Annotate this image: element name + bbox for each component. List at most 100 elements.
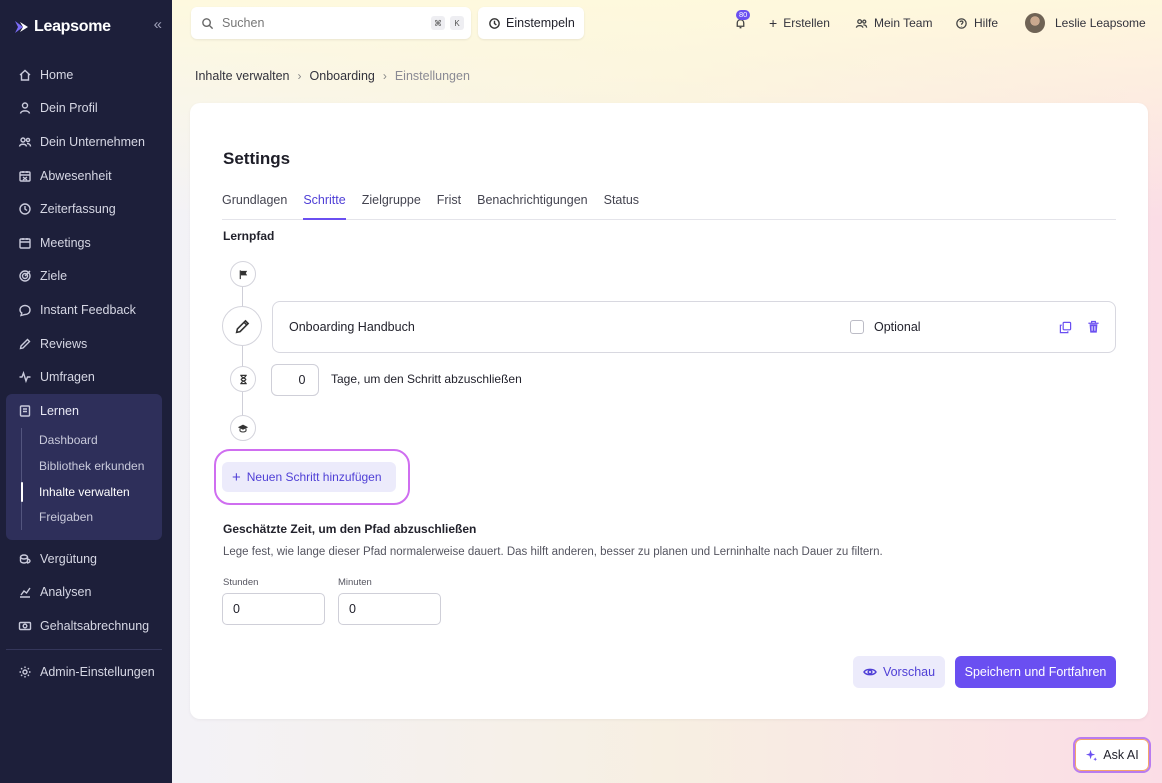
sidebar-nav: Home Dein Profil Dein Unternehmen Abwese… (6, 58, 162, 689)
tab-notifications[interactable]: Benachrichtigungen (477, 187, 588, 220)
minutes-input[interactable]: 0 (338, 593, 441, 625)
sidebar-item-label: Gehaltsabrechnung (40, 618, 150, 633)
optional-checkbox[interactable] (850, 320, 864, 334)
sidebar-item-label: Umfragen (40, 370, 95, 385)
sidebar-item-instant-feedback[interactable]: Instant Feedback (6, 293, 162, 327)
user-menu[interactable]: Leslie Leapsome (1025, 13, 1146, 33)
minutes-label: Minuten (338, 577, 372, 588)
breadcrumb-item[interactable]: Inhalte verwalten (195, 69, 290, 83)
sidebar-item-label: Instant Feedback (40, 302, 136, 317)
path-connector-line (242, 273, 243, 425)
save-and-continue-button[interactable]: Speichern und Fortfahren (955, 656, 1116, 688)
sidebar-item-learn[interactable]: Lernen (6, 394, 162, 428)
step-card[interactable]: Onboarding Handbuch Optional (272, 301, 1116, 353)
target-icon (18, 269, 32, 283)
plus-icon: + (769, 15, 778, 31)
sidebar-item-label: Meetings (40, 235, 91, 250)
breadcrumb: Inhalte verwalten › Onboarding › Einstel… (195, 69, 470, 83)
pen-icon (18, 337, 32, 351)
step-title: Onboarding Handbuch (289, 320, 415, 334)
sidebar-item-admin-settings[interactable]: Admin-Einstellungen (6, 656, 162, 690)
ask-ai-button[interactable]: Ask AI (1073, 737, 1151, 773)
sidebar-item-goals[interactable]: Ziele (6, 260, 162, 294)
graduation-cap-icon (230, 415, 256, 441)
chevron-right-icon: › (297, 69, 302, 83)
sidebar-item-time-tracking[interactable]: Zeiterfassung (6, 192, 162, 226)
create-label: Erstellen (783, 16, 830, 30)
tab-basics[interactable]: Grundlagen (222, 187, 287, 220)
eye-icon (863, 668, 877, 676)
add-step-label: Neuen Schritt hinzufügen (246, 470, 382, 484)
sidebar-item-compensation[interactable]: Vergütung (6, 542, 162, 576)
sidebar-subitem-manage-content[interactable]: Inhalte verwalten (21, 479, 162, 505)
hours-input[interactable]: 0 (222, 593, 325, 625)
sidebar-item-analytics[interactable]: Analysen (6, 576, 162, 610)
calendar-icon (18, 236, 32, 250)
book-icon (18, 404, 32, 418)
breadcrumb-item[interactable]: Onboarding (310, 69, 375, 83)
collapse-sidebar-icon[interactable]: « (154, 16, 162, 33)
sidebar-item-surveys[interactable]: Umfragen (6, 360, 162, 394)
sidebar-item-reviews[interactable]: Reviews (6, 327, 162, 361)
tab-audience[interactable]: Zielgruppe (362, 187, 421, 220)
brand-name: Leapsome (34, 18, 111, 35)
preview-label: Vorschau (882, 665, 936, 679)
tab-deadline[interactable]: Frist (437, 187, 461, 220)
clock-in-label: Einstempeln (506, 16, 575, 30)
sidebar-item-label: Dein Unternehmen (40, 134, 145, 149)
sidebar-item-label: Analysen (40, 585, 92, 600)
sidebar-item-meetings[interactable]: Meetings (6, 226, 162, 260)
team-icon (18, 135, 32, 149)
user-name: Leslie Leapsome (1055, 16, 1146, 30)
search-placeholder: Suchen (222, 16, 265, 30)
pencil-icon[interactable] (222, 306, 262, 346)
sidebar-item-label: Vergütung (40, 551, 97, 566)
sparkle-icon (1086, 749, 1098, 761)
gear-icon (18, 665, 32, 679)
notification-badge: 80 (736, 10, 751, 20)
duplicate-icon[interactable] (1059, 321, 1072, 334)
sidebar-item-label: Admin-Einstellungen (40, 665, 155, 680)
hours-label: Stunden (223, 577, 259, 588)
team-icon (855, 18, 868, 28)
sidebar-item-payroll[interactable]: Gehaltsabrechnung (6, 609, 162, 643)
estimate-description: Lege fest, wie lange dieser Pfad normale… (223, 546, 883, 558)
help-button[interactable]: Hilfe (955, 14, 998, 32)
add-step-button[interactable]: + Neuen Schritt hinzufügen (222, 462, 396, 492)
sidebar-item-absence[interactable]: Abwesenheit (6, 159, 162, 193)
preview-button[interactable]: Vorschau (853, 656, 945, 688)
calendar-x-icon (18, 169, 32, 183)
search-input[interactable]: Suchen ⌘ K (191, 7, 471, 39)
days-to-complete-label: Tage, um den Schritt abzuschließen (331, 372, 522, 386)
sidebar-item-company[interactable]: Dein Unternehmen (6, 125, 162, 159)
optional-label: Optional (874, 320, 921, 334)
coins-icon (18, 552, 32, 566)
sidebar-subitem-approvals[interactable]: Freigaben (22, 504, 162, 530)
help-label: Hilfe (974, 16, 999, 30)
tab-steps[interactable]: Schritte (303, 187, 346, 220)
flag-icon (230, 261, 256, 287)
avatar (1025, 13, 1045, 33)
clock-in-button[interactable]: Einstempeln (478, 7, 584, 39)
tab-status[interactable]: Status (604, 187, 639, 220)
settings-tabs: Grundlagen Schritte Zielgruppe Frist Ben… (222, 187, 1116, 220)
sidebar-subitem-dashboard[interactable]: Dashboard (22, 428, 162, 454)
create-button[interactable]: + Erstellen (769, 14, 830, 32)
sidebar-item-home[interactable]: Home (6, 58, 162, 92)
logo[interactable]: Leapsome « (14, 14, 164, 40)
my-team-button[interactable]: Mein Team (855, 14, 932, 32)
my-team-label: Mein Team (874, 16, 933, 30)
trash-icon[interactable] (1087, 320, 1100, 334)
help-icon (956, 17, 967, 29)
chat-icon (18, 303, 32, 317)
sidebar-subitem-library[interactable]: Bibliothek erkunden (22, 453, 162, 479)
page-title: Settings (223, 149, 291, 168)
sidebar-item-label: Lernen (40, 403, 79, 418)
days-to-complete-input[interactable]: 0 (271, 364, 319, 396)
sidebar-item-profile[interactable]: Dein Profil (6, 92, 162, 126)
sidebar-group-learn: Lernen Dashboard Bibliothek erkunden Inh… (6, 393, 162, 540)
learn-submenu: Dashboard Bibliothek erkunden Inhalte ve… (21, 427, 162, 530)
leapsome-logo-icon (15, 21, 28, 33)
search-icon (202, 17, 214, 29)
plus-icon: + (232, 468, 241, 486)
